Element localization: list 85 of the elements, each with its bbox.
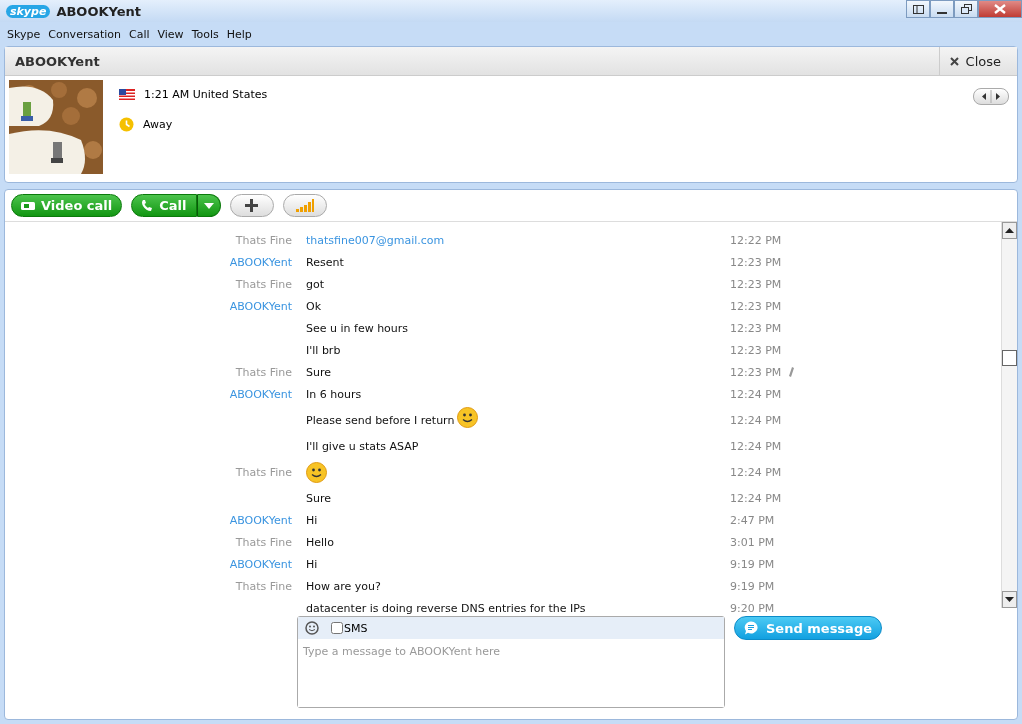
flag-icon [119, 89, 135, 100]
sender-name: ABOOKYent [229, 255, 292, 269]
local-time: 1:21 AM United States [144, 88, 268, 101]
contact-name: ABOOKYent [14, 53, 101, 69]
message-time: 12:24 PM [730, 387, 782, 401]
close-icon [949, 56, 959, 66]
sender-name: Thats Fine [235, 465, 292, 479]
phone-icon [141, 199, 154, 212]
message-time: 12:24 PM [730, 465, 782, 479]
message-time: 12:23 PM [730, 343, 782, 357]
sender-name: ABOOKYent [229, 299, 292, 313]
sender-name: Thats Fine [235, 535, 292, 549]
sms-label: SMS [344, 621, 368, 635]
message-time: 12:24 PM [730, 413, 782, 427]
layout-icon [912, 4, 924, 14]
message-field[interactable]: SMS Type a message to ABOOKYent here [297, 616, 725, 708]
pager-control[interactable] [973, 88, 1009, 105]
message-text: datacenter is doing reverse DNS entries for the IPs [306, 601, 586, 615]
sender-name: Thats Fine [235, 233, 292, 247]
restore-icon [960, 4, 972, 14]
message-text: In 6 hours [306, 387, 362, 401]
message-text: I'll give u stats ASAP [306, 439, 419, 453]
smiley-icon [457, 406, 479, 428]
menu-item[interactable]: Conversation [44, 27, 125, 41]
message-time: 9:19 PM [730, 557, 775, 571]
minimize-icon [937, 11, 947, 14]
add-button[interactable] [229, 194, 274, 217]
message-text: Sure [306, 365, 331, 379]
sender-name: ABOOKYent [229, 557, 292, 571]
app-logo: skype [6, 4, 51, 18]
down-arrow-icon [1005, 597, 1014, 602]
sender-name: ABOOKYent [229, 387, 292, 401]
menu-item[interactable]: Help [222, 27, 256, 41]
message-time: 12:23 PM [730, 277, 782, 291]
caret-icon [203, 202, 214, 209]
message-time: 12:23 PM [730, 365, 782, 379]
message-time: 12:24 PM [730, 439, 782, 453]
message-time: 12:22 PM [730, 233, 782, 247]
message-time: 2:47 PM [730, 513, 775, 527]
sender-name: Thats Fine [235, 365, 292, 379]
scrollbar-thumb[interactable] [1002, 350, 1017, 366]
menu-item[interactable]: Tools [187, 27, 223, 41]
message-text: I'll brb [306, 343, 341, 357]
message-text: Hi [306, 513, 318, 527]
close-icon [994, 4, 1006, 14]
sender-name: Thats Fine [235, 579, 292, 593]
message-text: Hello [306, 535, 334, 549]
video-camera-icon [21, 200, 35, 211]
message-time: 12:23 PM [730, 255, 782, 269]
menu-item[interactable]: Skype [3, 27, 45, 41]
message-text: Please send before I return [306, 413, 455, 427]
clock-icon [119, 117, 134, 132]
smiley-icon [306, 461, 327, 483]
sms-checkbox[interactable] [331, 622, 343, 634]
message-text: Resent [306, 255, 344, 269]
menu-item[interactable]: View [153, 27, 188, 41]
message-text: Hi [306, 557, 318, 571]
close-conversation-button[interactable]: Close [938, 47, 1017, 75]
status-text: Away [143, 118, 173, 131]
message-time: 9:20 PM [730, 601, 775, 615]
scrollbar[interactable] [1001, 222, 1017, 608]
restore-button[interactable] [954, 0, 978, 18]
call-options-button[interactable] [196, 194, 221, 217]
up-arrow-icon [1005, 228, 1014, 233]
message-time: 12:23 PM [730, 299, 782, 313]
message-text: Ok [306, 299, 322, 313]
plus-icon [245, 199, 258, 212]
message-text: Sure [306, 491, 331, 505]
minimize-button[interactable] [930, 0, 954, 18]
window-title: ABOOKYent [56, 3, 143, 19]
compact-view-button[interactable] [906, 0, 930, 18]
speech-bubble-icon [744, 621, 758, 635]
sender-name: Thats Fine [235, 277, 292, 291]
message-time: 12:23 PM [730, 321, 782, 335]
signal-bars-icon [295, 199, 314, 212]
message-text: got [306, 277, 325, 291]
smiley-icon [305, 621, 319, 635]
menu-item[interactable]: Call [124, 27, 154, 41]
message-time: 9:19 PM [730, 579, 775, 593]
message-time: 3:01 PM [730, 535, 775, 549]
message-text: See u in few hours [306, 321, 409, 335]
close-button[interactable] [978, 0, 1022, 18]
message-time: 12:24 PM [730, 491, 782, 505]
message-text: How are you? [306, 579, 381, 593]
sender-name: ABOOKYent [229, 513, 292, 527]
